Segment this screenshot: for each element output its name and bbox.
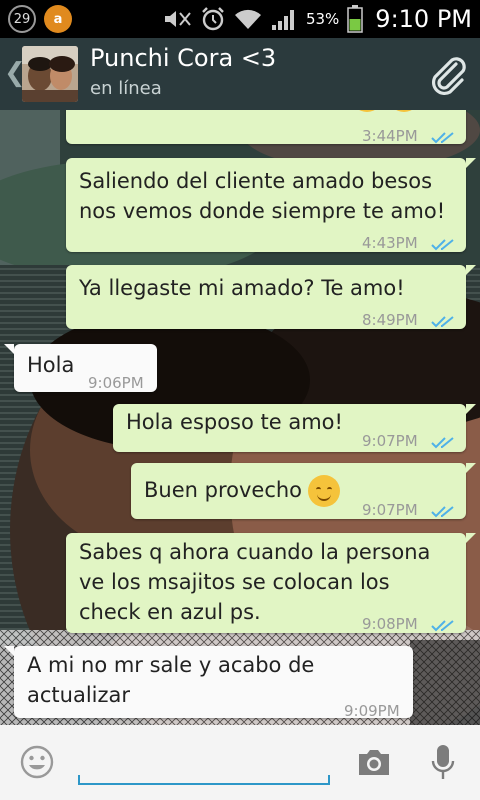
battery-percentage: 53% — [305, 10, 340, 28]
double-check-icon — [431, 307, 457, 337]
message-list[interactable]: 3:44PM Saliendo del cliente amado besos … — [0, 110, 480, 725]
message-time: 8:49PM — [362, 311, 418, 329]
message-bubble-outgoing[interactable]: Buen provecho 9:07PM — [131, 463, 476, 519]
mute-icon — [162, 8, 192, 30]
message-time: 9:09PM — [344, 702, 400, 720]
clock: 9:10 PM — [375, 5, 472, 33]
chat-header: ❮ Punchi Cora <3 en línea — [0, 38, 480, 110]
wifi-icon — [234, 7, 262, 31]
double-check-icon — [431, 230, 457, 260]
message-text: Saliendo del cliente amado besos nos vem… — [79, 169, 446, 223]
camera-icon[interactable] — [356, 747, 392, 781]
message-bubble-incoming[interactable]: A mi no mr sale y acabo de actualizar 9:… — [4, 646, 413, 720]
contact-online-status: en línea — [90, 78, 162, 99]
message-time: 9:08PM — [362, 615, 418, 633]
double-check-icon — [431, 611, 457, 641]
message-text: Hola — [27, 353, 75, 377]
microphone-icon[interactable] — [430, 743, 456, 787]
app-notification-icon: a — [44, 5, 72, 33]
message-input-container — [78, 739, 330, 785]
double-check-icon — [431, 123, 457, 153]
signal-icon — [270, 6, 298, 32]
emoji-picker-icon[interactable] — [20, 745, 54, 783]
message-bubble-outgoing[interactable]: Saliendo del cliente amado besos nos vem… — [66, 158, 476, 252]
message-bubble-outgoing[interactable]: Ya llegaste mi amado? Te amo! 8:49PM — [66, 265, 476, 329]
message-time: 4:43PM — [362, 234, 418, 252]
contact-name[interactable]: Punchi Cora <3 — [90, 44, 276, 72]
smiling-emoji-icon — [308, 475, 341, 507]
message-time: 9:07PM — [362, 432, 418, 450]
double-check-icon — [431, 428, 457, 458]
alarm-icon — [200, 6, 226, 32]
contact-avatar[interactable] — [22, 46, 78, 102]
paperclip-icon[interactable] — [426, 52, 470, 100]
message-time: 9:06PM — [88, 374, 144, 392]
message-text: Ya llegaste mi amado? Te amo! — [79, 276, 405, 300]
status-bar: 29 a 53% 9:10 PM — [0, 0, 480, 38]
message-bubble-outgoing[interactable]: Sabes q ahora cuando la persona ve los m… — [66, 533, 476, 633]
double-check-icon — [431, 497, 457, 527]
message-text: Buen provecho — [144, 475, 341, 507]
message-composer — [0, 725, 480, 800]
emoji-icon — [388, 110, 420, 112]
message-bubble-outgoing[interactable]: 3:44PM — [66, 110, 466, 145]
message-input[interactable] — [84, 747, 326, 779]
emoji-icon — [351, 110, 383, 112]
notification-count-badge: 29 — [8, 5, 36, 33]
message-text: A mi no mr sale y acabo de actualizar — [27, 653, 315, 707]
message-bubble-outgoing[interactable]: Hola esposo te amo! 9:07PM — [113, 404, 476, 452]
message-bubble-incoming[interactable]: Hola 9:06PM — [4, 344, 157, 392]
battery-icon — [347, 5, 364, 33]
message-time: 3:44PM — [362, 127, 418, 145]
message-text: Hola esposo te amo! — [126, 410, 343, 434]
message-time: 9:07PM — [362, 501, 418, 519]
